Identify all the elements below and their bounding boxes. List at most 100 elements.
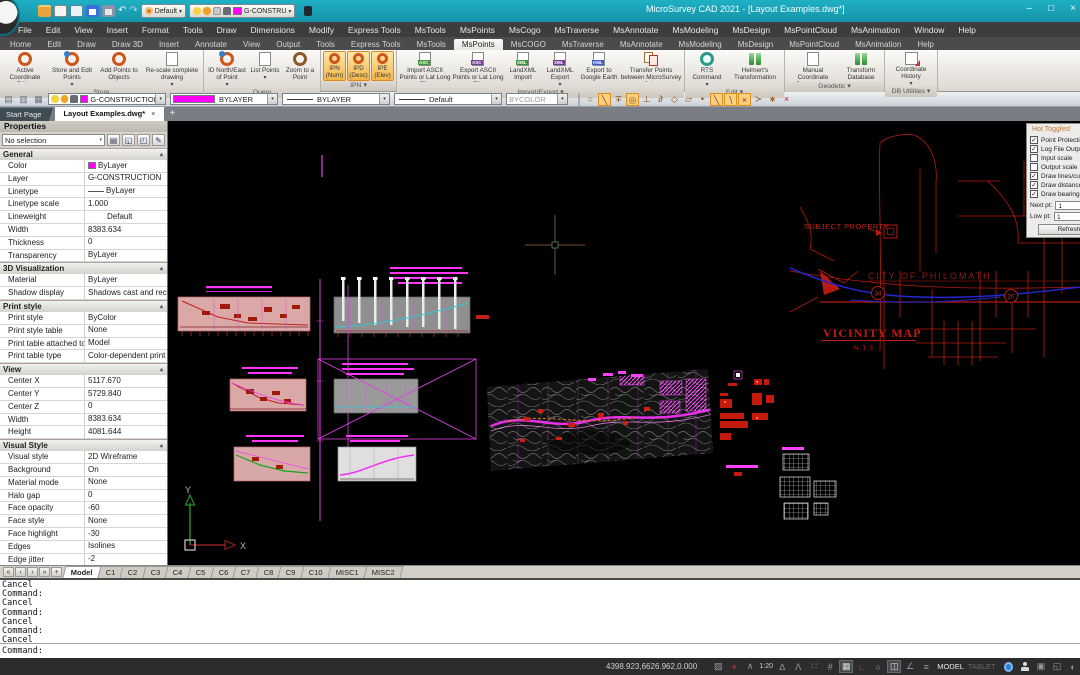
menu-dimensions[interactable]: Dimensions: [251, 25, 295, 35]
transform-database-button[interactable]: Transform Database: [840, 51, 882, 82]
tab-help[interactable]: Help: [909, 39, 941, 50]
section-3d-visualization[interactable]: 3D Visualization ▴: [0, 262, 167, 275]
undo-small-icon[interactable]: ▤: [3, 94, 14, 105]
property-row[interactable]: Width 8383.634: [0, 413, 167, 427]
toggle-point-protection[interactable]: ✓Point Protection: [1027, 136, 1080, 145]
checkbox-icon[interactable]: ✓: [1030, 181, 1038, 189]
grid-dots-icon[interactable]: ∷: [807, 661, 821, 672]
toggle-output-scale[interactable]: Output scale: [1027, 163, 1080, 172]
import-file-icon[interactable]: [70, 5, 83, 17]
toggle-draw-bearings[interactable]: ✓ Draw bearings: [1027, 190, 1080, 199]
property-row[interactable]: Print table attached to Model: [0, 337, 167, 351]
tab-msmodeling[interactable]: MsModeling: [671, 39, 730, 50]
scale-indicator[interactable]: 1:20: [759, 663, 773, 670]
clean-screen-icon[interactable]: ◐: [1066, 662, 1080, 672]
zoom-to-point-button[interactable]: Zoom to a Point: [282, 51, 318, 88]
tab-mscogo[interactable]: MsCOGO: [503, 39, 554, 50]
checkbox-icon[interactable]: [1030, 154, 1038, 162]
property-row[interactable]: Layer G-CONSTRUCTION: [0, 172, 167, 186]
minimize-button[interactable]: –: [1027, 3, 1033, 14]
layer-freeze-icon[interactable]: [60, 95, 69, 103]
tab-mstraverse[interactable]: MsTraverse: [554, 39, 612, 50]
checkbox-icon[interactable]: ✓: [1030, 136, 1038, 144]
prev-layout-button[interactable]: ‹: [15, 567, 26, 577]
checkbox-icon[interactable]: [1030, 163, 1038, 171]
tab-express-tools[interactable]: Express Tools: [343, 39, 409, 50]
open-folder-icon[interactable]: [38, 5, 51, 17]
property-row[interactable]: Height 4081.644: [0, 426, 167, 440]
layout-tab-misc2[interactable]: MISC2: [363, 566, 404, 578]
tab-mspointcloud[interactable]: MsPointCloud: [781, 39, 847, 50]
property-row[interactable]: Material ByLayer: [0, 274, 167, 288]
property-row[interactable]: Face highlight -30: [0, 527, 167, 541]
property-row[interactable]: Edges Isolines: [0, 540, 167, 554]
menu-msmodeling[interactable]: MsModeling: [672, 25, 718, 35]
menu-edit[interactable]: Edit: [46, 25, 61, 35]
property-row[interactable]: Face opacity -60: [0, 502, 167, 516]
model-space-button[interactable]: MODEL: [937, 662, 964, 671]
manual-coordinate-conversions-button[interactable]: Manual Coordinate Conversions: [787, 51, 839, 82]
section-view[interactable]: View ▴: [0, 363, 167, 376]
quick-select-icon[interactable]: ▤: [107, 134, 120, 146]
rts-command-button[interactable]: RTS Command ▾: [687, 51, 727, 88]
new-file-icon[interactable]: [54, 5, 67, 17]
tablet-button[interactable]: TABLET: [968, 662, 996, 671]
user-icon[interactable]: [1020, 662, 1030, 671]
property-row[interactable]: Linetype scale 1.000: [0, 198, 167, 212]
save-icon[interactable]: [86, 5, 99, 17]
menu-modify[interactable]: Modify: [309, 25, 334, 35]
workspace-dropdown[interactable]: Default ▾: [140, 4, 186, 18]
color-dropdown[interactable]: BYLAYER ▾: [170, 93, 278, 105]
osnap-toggle-icon[interactable]: ◫: [887, 660, 902, 673]
property-row[interactable]: Center Z0: [0, 400, 167, 414]
property-row[interactable]: Linetype ByLayer: [0, 185, 167, 199]
fill-mode-icon[interactable]: ▨: [711, 661, 725, 672]
layers-small-icon[interactable]: ▥: [18, 94, 29, 105]
helmerts-transformation-button[interactable]: Helmert's Transformation: [728, 51, 782, 88]
property-row[interactable]: Thickness 0: [0, 236, 167, 250]
drawing-canvas[interactable]: 34 20 SUBJECT PROPERTY CITY OF PHILOMATH…: [168, 121, 1080, 565]
tab-msdesign[interactable]: MsDesign: [730, 39, 782, 50]
save-as-icon[interactable]: [102, 5, 115, 17]
checkbox-icon[interactable]: ✓: [1030, 172, 1038, 180]
select-objects-icon[interactable]: ◱: [122, 134, 135, 146]
menu-msdesign[interactable]: MsDesign: [732, 25, 770, 35]
menu-msanimation[interactable]: MsAnimation: [851, 25, 900, 35]
coordinate-history-button[interactable]: Coordinate History ▾: [887, 51, 935, 87]
snap-toggle-icon[interactable]: ▦: [839, 660, 854, 673]
section-visual-style[interactable]: Visual Style ▴: [0, 439, 167, 452]
toggle-log-file-output[interactable]: ✓Log File Output: [1027, 145, 1080, 154]
toggle-draw-distances[interactable]: ✓Draw distances: [1027, 181, 1080, 190]
command-input[interactable]: Command:: [0, 643, 1080, 658]
tab-start-page[interactable]: Start Page: [0, 108, 54, 121]
explorer-small-icon[interactable]: ▦: [33, 94, 44, 105]
low-pt-field[interactable]: 1: [1053, 212, 1080, 221]
property-row[interactable]: Color ByLayer: [0, 160, 167, 173]
tab-active-document[interactable]: Layout Examples.dwg* ×: [55, 107, 164, 121]
customize-icon[interactable]: ✎: [152, 134, 165, 146]
list-points-button[interactable]: List Points ▾: [249, 51, 281, 88]
property-row[interactable]: Material mode None: [0, 476, 167, 490]
snap-perpendicular-icon[interactable]: ⊥: [640, 93, 653, 106]
property-row[interactable]: Background On: [0, 463, 167, 477]
section-general[interactable]: General ▴: [0, 148, 167, 160]
layer-lock-icon[interactable]: [70, 95, 78, 103]
tab-annotate[interactable]: Annotate: [187, 39, 235, 50]
menu-view[interactable]: View: [74, 25, 92, 35]
ipn-num-button[interactable]: IPN (Num): [323, 51, 346, 81]
monitor-2-icon[interactable]: ◱: [1050, 661, 1064, 672]
tab-view[interactable]: View: [235, 39, 268, 50]
checkbox-icon[interactable]: ✓: [1030, 190, 1038, 198]
rescale-drawing-button[interactable]: Re-scale complete drawing ▾: [143, 51, 201, 88]
snap-endpoint-icon[interactable]: ╲: [598, 92, 611, 106]
layout-tab-model[interactable]: Model: [62, 566, 102, 578]
property-row[interactable]: Shadow displayShadows cast and received: [0, 287, 167, 300]
ucs-mode-icon[interactable]: ∆: [775, 662, 789, 672]
tab-home[interactable]: Home: [2, 39, 39, 50]
lineweight-dropdown[interactable]: Default ▾: [394, 93, 502, 105]
plot-style-dropdown[interactable]: BYCOLOR ▾: [506, 93, 568, 105]
tab-tools[interactable]: Tools: [308, 39, 343, 50]
menu-mspointcloud[interactable]: MsPointCloud: [784, 25, 837, 35]
next-layout-button[interactable]: ›: [27, 567, 38, 577]
lineweight-toggle-icon[interactable]: ≡: [919, 662, 933, 672]
